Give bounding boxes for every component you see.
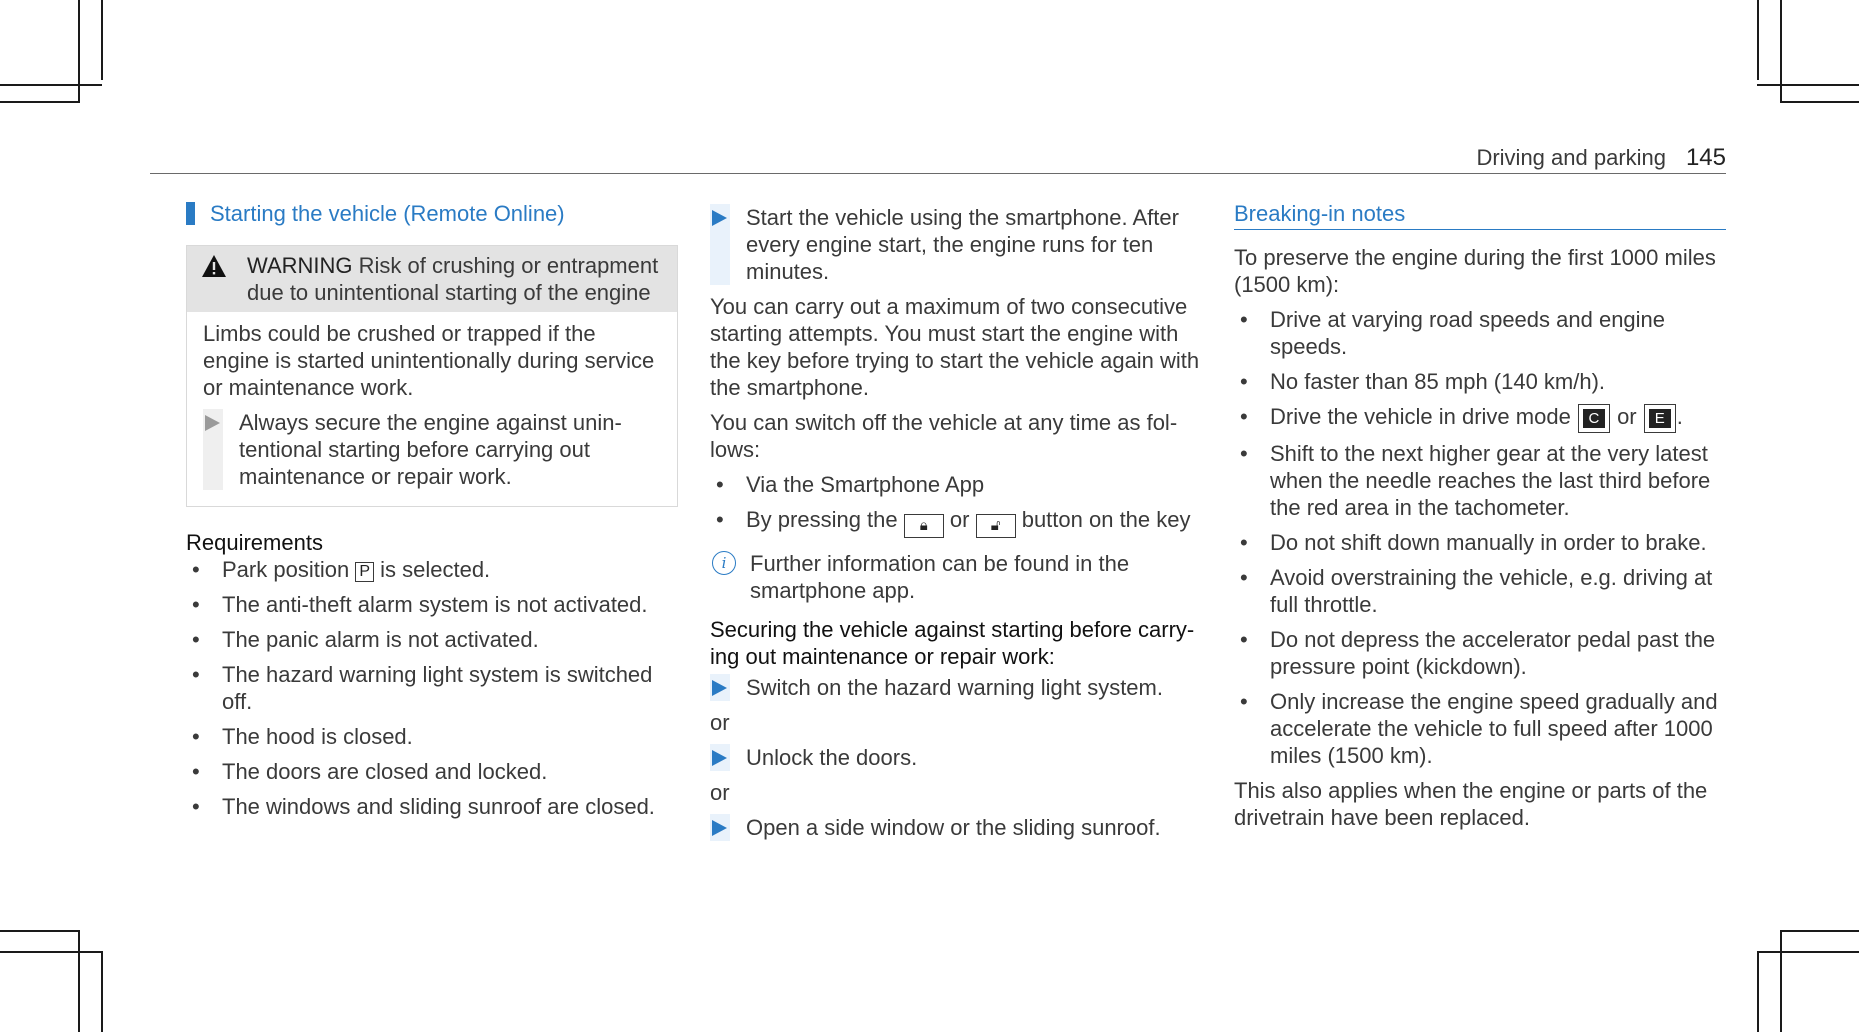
crop-mark [1780, 930, 1859, 932]
step-arrow-icon [203, 409, 223, 490]
crop-mark [101, 0, 103, 80]
step-text: Switch on the hazard warning light syste… [746, 675, 1163, 700]
section-marker [186, 202, 195, 225]
list-item-text: or [1617, 404, 1637, 429]
list-item-text: . [1676, 404, 1683, 429]
list-item: Do not shift down manually in order to b… [1234, 529, 1726, 556]
list-item: Drive the vehicle in drive mode C or E. [1234, 403, 1726, 433]
park-position-key-icon: P [355, 562, 374, 582]
or-text: or [710, 710, 730, 735]
list-item: Drive at varying road speeds and engine … [1234, 306, 1726, 360]
warning-step: Always secure the engine against unin- t… [203, 409, 661, 490]
warning-header: WARNING Risk of crushing or entrapment d… [187, 246, 677, 312]
page-number: 145 [1685, 144, 1726, 171]
list-item: The hood is closed. [186, 723, 678, 750]
step-text: Unlock the doors. [746, 745, 918, 770]
list-item: Do not depress the accelerator pedal pas… [1234, 626, 1726, 680]
instruction-step: Switch on the hazard warning light syste… [710, 674, 1202, 701]
crop-mark [0, 930, 80, 932]
lock-button-icon: 🔒︎ [903, 514, 944, 538]
securing-title: Securing the vehicle against starting be… [710, 617, 1195, 669]
drive-mode-c-icon: C [1577, 404, 1610, 433]
section-name: Driving and parking [1476, 145, 1666, 170]
step-text: Start the vehicle using the smartphone. … [746, 205, 1179, 284]
column-right: Breaking-in notes To preserve the engine… [1234, 200, 1726, 839]
list-item-text: button on the key [1021, 507, 1191, 532]
step-arrow-icon [710, 814, 730, 841]
drive-mode-e-icon: E [1643, 404, 1676, 433]
crop-mark [101, 951, 103, 1032]
info-text: Further information can be found in the … [750, 551, 1130, 603]
list-item-text: or [949, 507, 970, 532]
paragraph: You can switch off the vehicle at any ti… [710, 410, 1178, 462]
section-title: Starting the vehicle (Remote Online) [186, 200, 678, 227]
instruction-step: Open a side window or the sliding sunroo… [710, 814, 1202, 841]
step-text: Open a side window or the sliding sunroo… [746, 815, 1161, 840]
warning-step-text: Always secure the engine against unin- t… [239, 410, 622, 489]
warning-label: WARNING [247, 253, 353, 278]
list-item: The windows and sliding sunroof are clos… [186, 793, 678, 820]
crop-mark [1757, 951, 1859, 953]
crop-mark [1757, 84, 1859, 86]
section-title: Breaking-in notes [1234, 200, 1726, 230]
unlock-button-icon: 🔓︎ [975, 514, 1016, 538]
or-text: or [710, 780, 730, 805]
list-item-text: Drive the vehicle in drive mode [1270, 404, 1571, 429]
instruction-step: Unlock the doors. [710, 744, 1202, 771]
crop-mark [1757, 951, 1759, 1032]
warning-box: WARNING Risk of crushing or entrapment d… [186, 245, 678, 507]
warning-body: Limbs could be crushed or trapped if the… [187, 312, 677, 506]
crop-mark [1757, 0, 1759, 80]
switch-off-list: Via the Smartphone App By pressing the 🔒… [710, 471, 1202, 538]
crop-mark [1780, 0, 1782, 102]
info-note: i Further information can be found in th… [710, 550, 1202, 604]
page-header: Driving and parking 145 [150, 144, 1726, 174]
warning-triangle-icon [202, 255, 226, 277]
info-icon: i [712, 551, 736, 575]
section-title-text: Starting the vehicle (Remote Online) [210, 201, 565, 226]
instruction-step: Start the vehicle using the smartphone. … [710, 204, 1202, 285]
list-item: The anti-theft alarm system is not activ… [186, 591, 678, 618]
list-item: The panic alarm is not activated. [186, 626, 678, 653]
list-item: By pressing the 🔒︎ or 🔓︎ button on the k… [710, 506, 1202, 538]
requirements-title: Requirements [186, 530, 323, 555]
step-arrow-icon [710, 674, 730, 701]
list-item-text: By pressing the [746, 507, 898, 532]
crop-mark [78, 0, 80, 102]
crop-mark [1780, 930, 1782, 1032]
requirements-list: Park position P is selected. The anti-th… [186, 556, 678, 820]
paragraph: This also applies when the engine or par… [1234, 778, 1708, 830]
list-item: The hazard warning light system is switc… [186, 661, 678, 715]
paragraph: To preserve the engine during the first … [1234, 245, 1716, 297]
warning-text: Limbs could be crushed or trapped if the… [203, 321, 655, 400]
crop-mark [0, 101, 80, 103]
list-item: Park position P is selected. [186, 556, 678, 583]
paragraph: You can carry out a maximum of two conse… [710, 294, 1200, 400]
column-left: Starting the vehicle (Remote Online) WAR… [186, 200, 678, 828]
breaking-in-list: Drive at varying road speeds and engine … [1234, 306, 1726, 769]
list-item-text: Park position [222, 557, 350, 582]
step-arrow-icon [710, 744, 730, 771]
step-arrow-icon [710, 204, 730, 285]
crop-mark [78, 930, 80, 1032]
list-item-text: is selected. [380, 557, 491, 582]
column-middle: Start the vehicle using the smartphone. … [710, 200, 1202, 849]
list-item: The doors are closed and locked. [186, 758, 678, 785]
crop-mark [0, 84, 102, 86]
list-item: Only increase the engine speed gradually… [1234, 688, 1726, 769]
list-item: No faster than 85 mph (140 km/h). [1234, 368, 1726, 395]
list-item: Avoid overstraining the vehicle, e.g. dr… [1234, 564, 1726, 618]
list-item: Shift to the next higher gear at the ver… [1234, 440, 1726, 521]
crop-mark [1780, 101, 1859, 103]
list-item: Via the Smartphone App [710, 471, 1202, 498]
crop-mark [0, 951, 102, 953]
